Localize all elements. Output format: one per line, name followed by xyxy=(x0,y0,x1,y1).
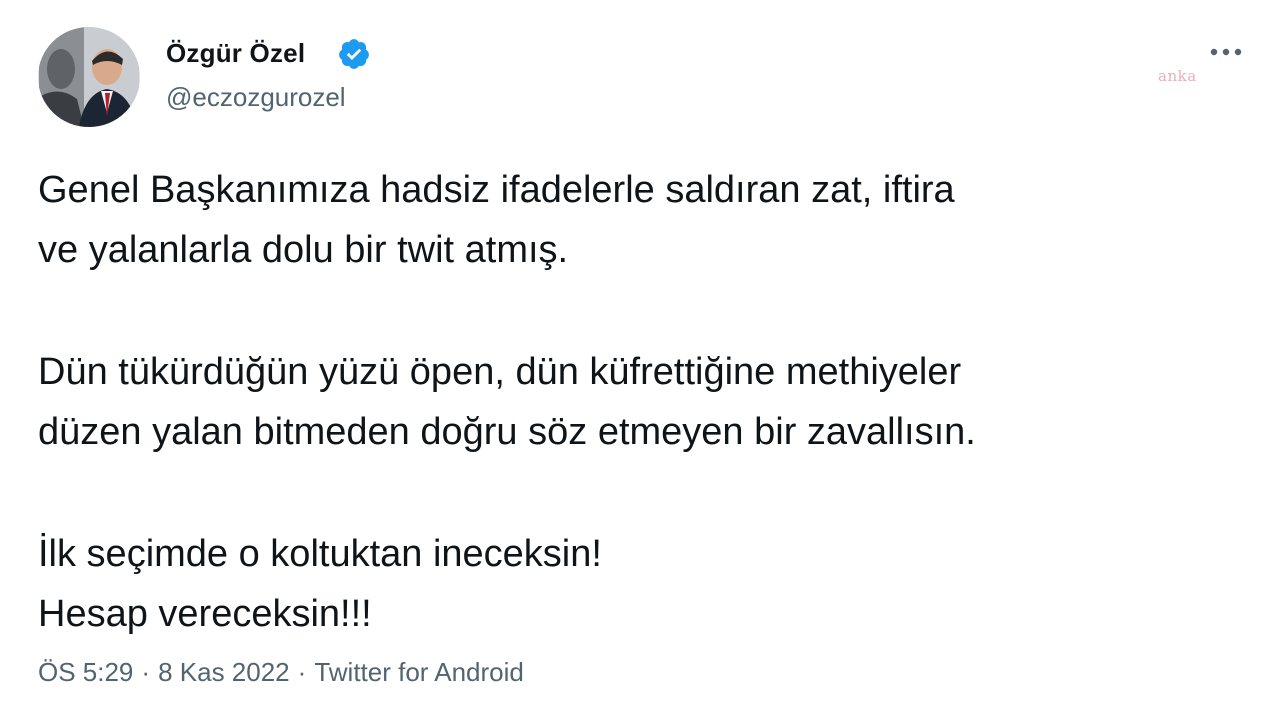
author-display-name[interactable]: Özgür Özel xyxy=(166,38,305,69)
tweet-source-link[interactable]: Twitter for Android xyxy=(314,657,524,687)
tweet-card: Özgür Özel @eczozgurozel anka Genel Başk… xyxy=(0,0,1280,720)
author-handle[interactable]: @eczozgurozel xyxy=(166,82,346,113)
tweet-date: 8 Kas 2022 xyxy=(158,657,290,687)
tweet-line: İlk seçimde o koltuktan ineceksin! xyxy=(38,533,602,575)
verified-badge-icon xyxy=(337,37,371,71)
tweet-paragraph: Genel Başkanımıza hadsiz ifadelerle sald… xyxy=(38,160,1253,280)
tweet-line: Genel Başkanımıza hadsiz ifadelerle sald… xyxy=(38,169,955,211)
tweet-line: düzen yalan bitmeden doğru söz etmeyen b… xyxy=(38,411,976,453)
tweet-paragraph: İlk seçimde o koltuktan ineceksin! Hesap… xyxy=(38,524,1253,644)
tweet-timestamp-link[interactable]: ÖS 5:29 · 8 Kas 2022 xyxy=(38,657,290,687)
watermark: anka xyxy=(1158,67,1197,85)
tweet-line: ve yalanlarla dolu bir twit atmış. xyxy=(38,229,569,271)
tweet-line: Dün tükürdüğün yüzü öpen, dün küfrettiği… xyxy=(38,351,962,393)
tweet-metadata: ÖS 5:29 · 8 Kas 2022 · Twitter for Android xyxy=(38,657,524,688)
avatar-image xyxy=(39,27,139,127)
tweet-paragraph: Dün tükürdüğün yüzü öpen, dün küfrettiği… xyxy=(38,342,1253,462)
tweet-line: Hesap vereceksin!!! xyxy=(38,593,372,635)
meta-separator: · xyxy=(297,657,307,687)
avatar[interactable] xyxy=(38,27,140,127)
tweet-text: Genel Başkanımıza hadsiz ifadelerle sald… xyxy=(38,160,1253,644)
meta-separator: · xyxy=(141,657,151,687)
more-options-button[interactable] xyxy=(1206,38,1246,66)
more-options-icon xyxy=(1210,48,1242,56)
tweet-time: ÖS 5:29 xyxy=(38,657,134,687)
